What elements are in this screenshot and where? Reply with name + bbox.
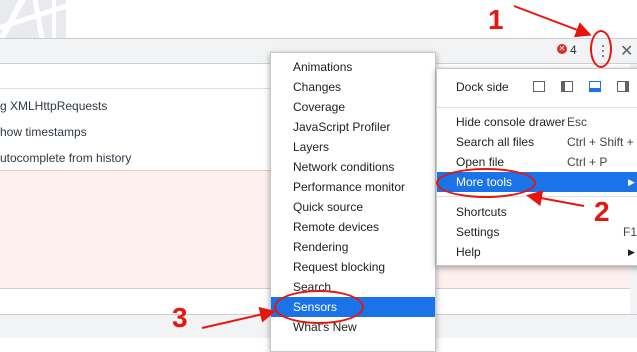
annotation-step-3: 3 — [172, 302, 188, 333]
annotation-circle-sensors — [274, 290, 364, 324]
annotation-arrows — [201, 5, 592, 329]
annotation-circle-kebab — [590, 30, 612, 68]
annotation-arrow-2 — [526, 190, 585, 207]
annotation-circle-more-tools — [436, 168, 536, 198]
annotation-step-1: 1 — [488, 4, 504, 35]
annotation-arrow-3 — [201, 306, 276, 329]
annotation-step-2: 2 — [594, 196, 610, 227]
annotation-arrow-1 — [513, 5, 592, 38]
